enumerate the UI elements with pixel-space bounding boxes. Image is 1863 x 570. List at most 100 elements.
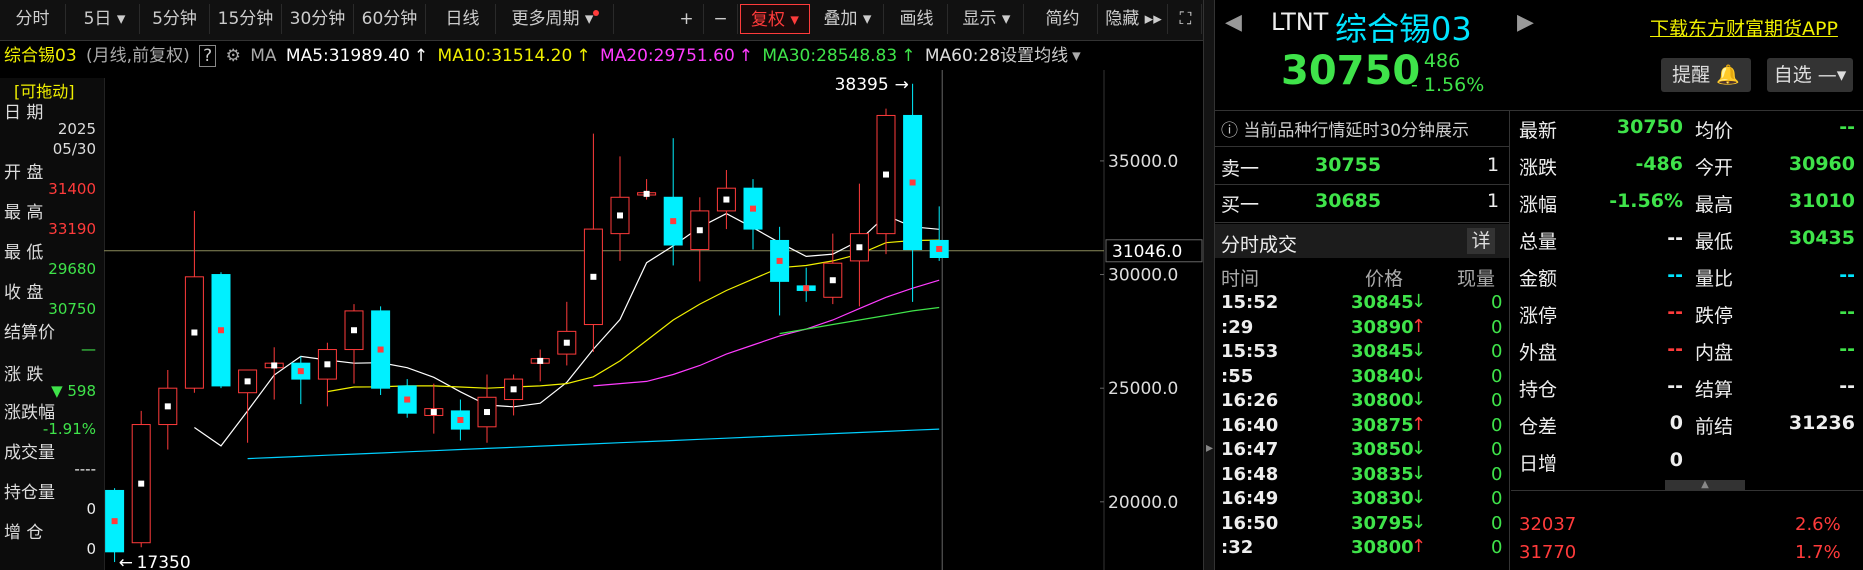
tick-qty: 0 — [1491, 292, 1503, 313]
expand-handle[interactable]: ▲ — [1665, 480, 1745, 490]
arrow-up-icon: ↑ — [576, 46, 591, 66]
candle — [158, 370, 178, 450]
candle — [450, 399, 470, 441]
stat-label: 跌停 — [1695, 305, 1734, 327]
candle — [105, 488, 125, 563]
stat-value: -- — [1839, 264, 1855, 286]
tick-price: 30835 — [1351, 463, 1414, 485]
draw-line-button[interactable]: 画线 — [886, 4, 948, 34]
candle — [637, 179, 657, 200]
period-tab-60min[interactable]: 60分钟 — [354, 4, 426, 34]
bid1-label: 买一 — [1221, 194, 1260, 216]
stat-label: 内盘 — [1695, 342, 1734, 364]
period-tab-30min[interactable]: 30分钟 — [282, 4, 354, 34]
zoom-out-button[interactable]: − — [704, 4, 738, 34]
stat-label: 涨幅 — [1519, 194, 1558, 216]
max-price-label: 38395 — [835, 75, 889, 95]
quote-panel: ◀ LTNT 综合锡03 ▶ 下载东方财富期货APP 30750 - 486 -… — [1214, 0, 1863, 570]
candle-marker — [297, 368, 304, 375]
candle-marker — [750, 205, 756, 212]
candle-marker — [617, 212, 623, 219]
period-tab-more[interactable]: 更多周期 ▾ — [498, 4, 614, 34]
info-icon: ⓘ — [1221, 121, 1238, 141]
candle — [530, 349, 550, 382]
period-tab-5day[interactable]: 5日 ▾ — [70, 4, 140, 34]
arrow-left-icon: ← — [119, 553, 133, 570]
stat-label: 今开 — [1695, 157, 1734, 179]
fullscreen-button[interactable]: ⛶ — [1170, 4, 1202, 34]
mini-pct-2: 1.7% — [1795, 542, 1841, 563]
candle-marker — [457, 417, 464, 423]
alert-button[interactable]: 提醒 🔔 — [1661, 58, 1751, 92]
candle — [690, 197, 710, 282]
candle-marker — [138, 480, 145, 487]
candle-marker — [351, 327, 357, 334]
candle-detail-panel[interactable]: [可拖动] 日 期 2025 05/30 开 盘 31400 最 高 33190… — [0, 78, 105, 570]
candle — [238, 369, 258, 443]
adjust-rights-button[interactable]: 复权 ▾ — [740, 4, 810, 34]
tick-price: 30845 — [1351, 292, 1414, 313]
contract-code: LTNT — [1271, 8, 1329, 36]
stat-value: -- — [1667, 301, 1683, 323]
ticks-col-qty: 现量 — [1457, 268, 1496, 290]
chevron-down-icon: ▾ — [1072, 46, 1081, 66]
stat-label: 前结 — [1695, 416, 1734, 438]
stat-label: 最低 — [1695, 231, 1734, 253]
download-app-link[interactable]: 下载东方财富期货APP — [1650, 14, 1838, 41]
tick-time: :55 — [1221, 365, 1254, 387]
zoom-in-button[interactable]: + — [670, 4, 704, 34]
change-value: ▼ 598 — [51, 382, 96, 400]
candle-marker — [218, 327, 224, 334]
gear-icon[interactable]: ⚙ — [226, 46, 241, 66]
stat-label: 持仓 — [1519, 379, 1558, 401]
candle-marker — [377, 346, 384, 353]
help-button[interactable]: ? — [199, 45, 217, 67]
collapse-arrow-icon[interactable]: ▸ — [1206, 440, 1213, 456]
stat-value: 30960 — [1788, 153, 1855, 175]
ma5-value: MA5:31989.40 — [285, 46, 410, 66]
candle — [424, 383, 444, 434]
stat-value: -- — [1667, 375, 1683, 397]
watchlist-button[interactable]: 自选 —▾ — [1767, 58, 1853, 92]
kline-chart[interactable]: 20000.0 25000.0 30000.0 35000.0 31046.0 3839… — [104, 70, 1204, 570]
fullscreen-icon: ⛶ — [1179, 9, 1192, 29]
candle — [371, 306, 391, 395]
tick-qty: 0 — [1491, 537, 1503, 558]
display-button[interactable]: 显示 ▾ — [950, 4, 1024, 34]
delay-notice: ⓘ 当前品种行情延时30分钟展示 — [1221, 121, 1470, 141]
bid1-qty: 1 — [1487, 190, 1500, 212]
ma-settings-button[interactable]: 设置均线 — [1000, 46, 1068, 66]
overlay-button[interactable]: 叠加 ▾ — [812, 4, 884, 34]
candle-marker — [430, 409, 437, 416]
bid1-price: 30685 — [1315, 190, 1382, 212]
arrow-down-icon: ↓ — [1411, 389, 1427, 410]
arrow-down-icon: ↓ — [1411, 487, 1427, 508]
next-contract-button[interactable]: ▶ — [1517, 10, 1534, 35]
period-tab-5min[interactable]: 5分钟 — [140, 4, 210, 34]
tick-qty: 0 — [1491, 439, 1503, 460]
candle-marker — [829, 277, 836, 284]
chart-mode: (月线,前复权) — [86, 46, 190, 66]
period-tab-timeshare[interactable]: 分时 — [0, 4, 66, 34]
stat-value: 31236 — [1788, 412, 1855, 434]
candle-marker — [404, 396, 411, 403]
ticks-title: 分时成交 — [1221, 234, 1298, 256]
candle-marker — [776, 257, 783, 264]
open-value: 31400 — [48, 180, 96, 198]
period-tab-15min[interactable]: 15分钟 — [210, 4, 282, 34]
hide-button[interactable]: 隐藏 ▸▸ — [1100, 4, 1168, 34]
simple-mode-button[interactable]: 简约 — [1028, 4, 1098, 34]
candle — [397, 379, 417, 418]
notification-dot — [593, 10, 600, 16]
tick-qty: 0 — [1491, 414, 1503, 436]
ticks-col-price: 价格 — [1365, 268, 1404, 290]
close-value: 30750 — [48, 300, 96, 318]
candle-marker — [696, 227, 703, 234]
close-label: 收 盘 — [4, 283, 44, 303]
prev-contract-button[interactable]: ◀ — [1225, 10, 1242, 35]
period-tab-daily[interactable]: 日线 — [430, 4, 496, 34]
ma-label: MA — [250, 46, 277, 66]
ticks-detail-button[interactable]: 详 — [1467, 228, 1495, 254]
candle — [317, 342, 337, 407]
candle-marker — [723, 196, 730, 203]
